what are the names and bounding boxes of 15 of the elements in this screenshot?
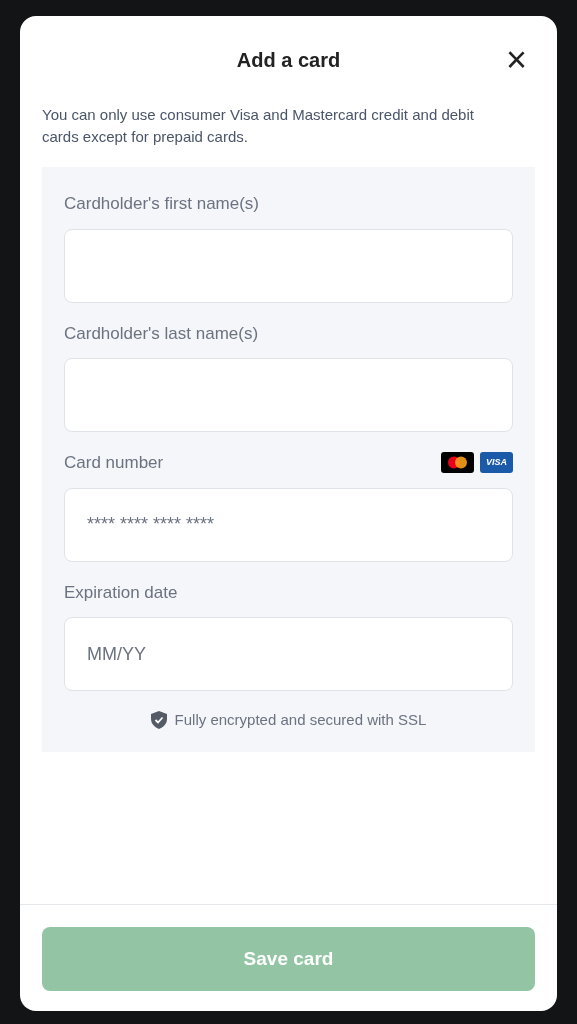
visa-logo: VISA xyxy=(480,452,513,474)
field-label: Card number xyxy=(64,452,164,474)
field-label: Cardholder's first name(s) xyxy=(64,193,260,215)
notice-text: You can only use consumer Visa and Mastercard credit and debit cards except for prepaid cards. xyxy=(42,105,475,147)
input-field[interactable]: **** **** **** **** xyxy=(64,487,513,562)
dialog-title: Add a card xyxy=(236,48,341,73)
close-button[interactable]: × xyxy=(505,42,527,78)
field-label: Expiration date xyxy=(64,581,178,604)
mastercard-logo-icon xyxy=(441,452,474,474)
field-label: Cardholder's last name(s) xyxy=(64,322,259,345)
input-field[interactable] xyxy=(64,358,513,432)
security-note: Fully encrypted and secured with SSL xyxy=(174,710,427,730)
input-field[interactable]: MM/YY xyxy=(64,617,513,691)
input-field[interactable] xyxy=(64,228,513,303)
shield-icon xyxy=(150,711,167,730)
